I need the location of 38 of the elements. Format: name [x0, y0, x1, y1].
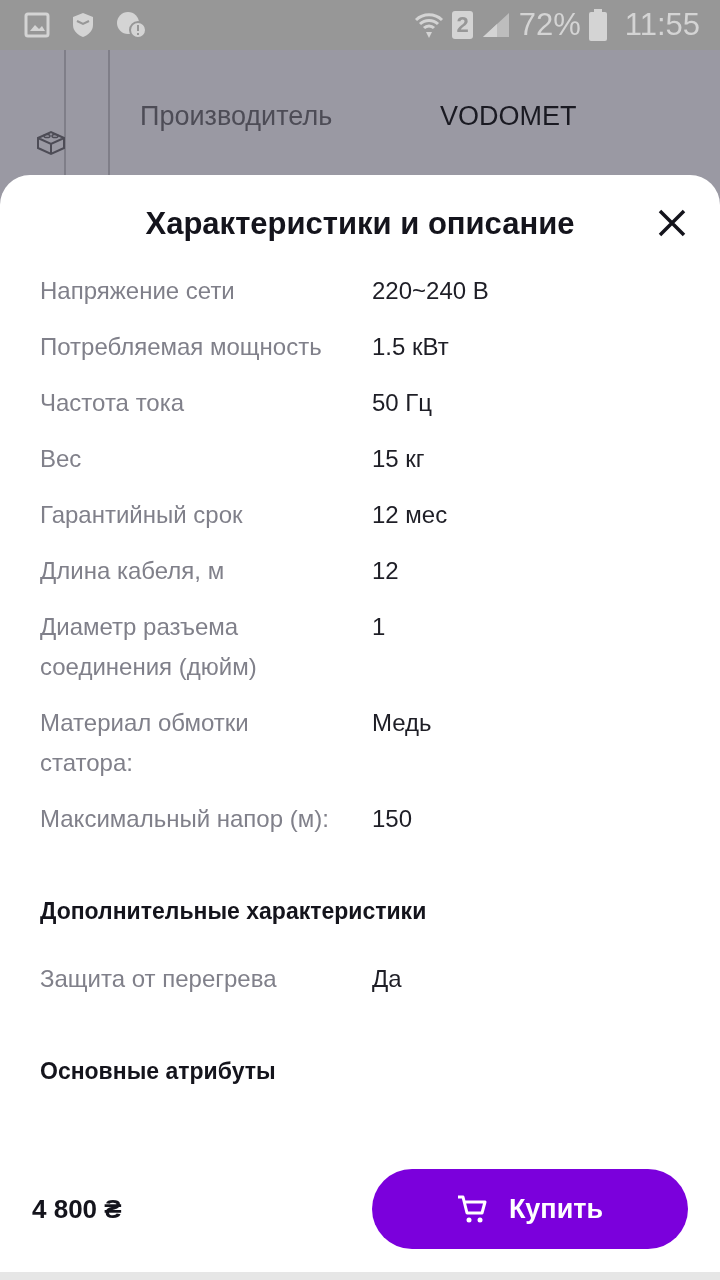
spec-label: Производитель	[140, 100, 334, 133]
wifi-icon	[414, 10, 445, 40]
spec-label: Напряжение сети	[40, 276, 236, 306]
spec-label: Вес	[40, 444, 83, 474]
sim-badge: 2	[452, 11, 473, 39]
spec-value: VODOMET	[440, 100, 577, 133]
image-icon	[24, 12, 50, 38]
price: 4 800 ₴	[32, 1193, 122, 1225]
spec-value: Медь	[372, 708, 432, 738]
spec-value: 50 Гц	[372, 388, 433, 418]
section-heading: Основные атрибуты	[40, 1057, 277, 1086]
spec-value: 15 кг	[372, 444, 425, 474]
close-icon[interactable]	[656, 207, 688, 239]
spec-value: 220~240 В	[372, 276, 489, 306]
spec-label: Диаметр разъема соединения (дюйм)	[40, 612, 258, 682]
shield-icon	[72, 12, 94, 38]
spec-value: 1	[372, 612, 386, 642]
spec-value: 150	[372, 804, 413, 834]
spec-label: Максимальный напор (м):	[40, 804, 330, 834]
brick-icon	[36, 128, 66, 156]
section-heading: Дополнительные характеристики	[40, 897, 428, 926]
sheet-title: Характеристики и описание	[145, 206, 575, 242]
spec-value: 12 мес	[372, 500, 448, 530]
clock: 11:55	[624, 7, 700, 43]
buy-button[interactable]: Купить	[372, 1169, 688, 1249]
battery-level: 72%	[518, 7, 581, 43]
battery-icon	[588, 9, 607, 41]
spec-label: Длина кабеля, м	[40, 556, 226, 586]
alert-icon	[116, 11, 146, 39]
spec-value: 1.5 кВт	[372, 332, 449, 362]
spec-label: Потребляемая мощность	[40, 332, 323, 362]
spec-value: Да	[372, 964, 402, 994]
spec-label: Материал обмотки статора:	[40, 708, 250, 778]
spec-value: 12	[372, 556, 399, 586]
spec-label: Защита от перегрева	[40, 964, 278, 994]
spec-label: Частота тока	[40, 388, 186, 418]
spec-label: Гарантийный срок	[40, 500, 244, 530]
cart-icon	[456, 1194, 487, 1224]
